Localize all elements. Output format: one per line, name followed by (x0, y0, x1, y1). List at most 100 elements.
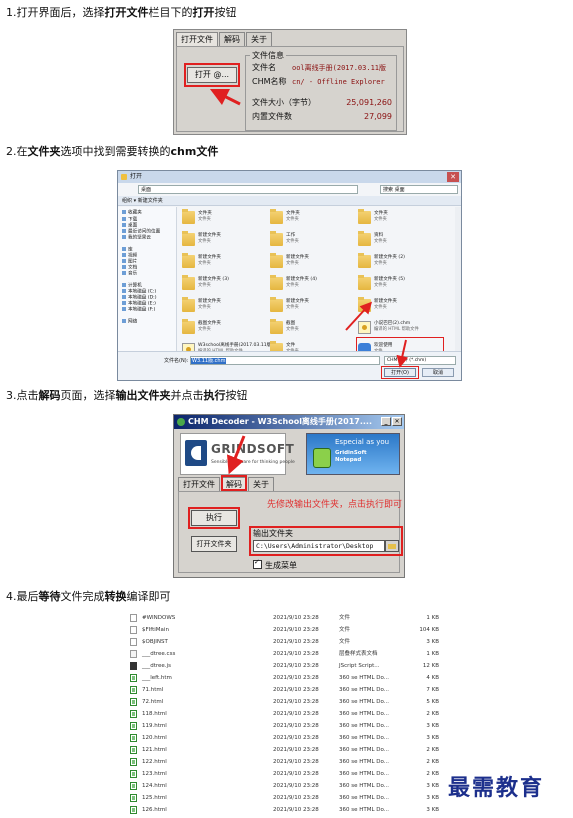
file-row[interactable]: 118.html 2021/9/10 23:28 360 se HTML Do...… (123, 708, 445, 720)
nav-item[interactable]: 本地磁盘 (F:) (122, 307, 155, 314)
notepad-promo-banner[interactable]: Especial as you GridinSoft Notepad (306, 433, 400, 475)
search-input[interactable]: 搜索 桌面 (380, 185, 458, 194)
html-file-icon (130, 770, 137, 778)
file-row[interactable]: 124.html 2021/9/10 23:28 360 se HTML Do...… (123, 780, 445, 792)
file-row[interactable]: ___dtree.js 2021/9/10 23:28 JScript Script… (123, 660, 445, 672)
step-3-heading: 3.点击解码页面，选择输出文件夹并点击执行按钮 (6, 389, 248, 403)
file-date: 2021/9/10 23:28 (273, 699, 319, 705)
html-file-icon (130, 722, 137, 730)
close-icon[interactable]: ✕ (392, 417, 402, 426)
step-text: 按钮 (225, 389, 248, 402)
file-date: 2021/9/10 23:28 (273, 675, 319, 681)
file-item[interactable]: 新建文件夹 文件夹 (182, 253, 268, 273)
file-item[interactable]: 新建文件夹 (5) 文件夹 (358, 275, 444, 295)
file-item[interactable]: 小说巴巴(2).chm 编译的 HTML 帮助文件 (358, 319, 444, 339)
scrollbar[interactable] (455, 207, 461, 352)
file-item[interactable]: 新建文件夹 文件夹 (182, 297, 268, 317)
dialog-footer: 文件名(N): W3.11版.chm CHM 文件 (*.chm) 打开(O) … (118, 351, 461, 380)
file-item[interactable]: 截图文件夹 文件夹 (182, 319, 268, 339)
file-item[interactable]: 文件夹 文件夹 (270, 209, 356, 229)
minimize-icon[interactable]: _ (381, 417, 391, 426)
folder-icon (358, 231, 371, 246)
file-row[interactable]: ___dtree.css 2021/9/10 23:28 层叠样式表文档 1 KB (123, 648, 445, 660)
file-item[interactable]: 新建文件夹 文件夹 (182, 231, 268, 251)
tab-open-file[interactable]: 打开文件 (178, 477, 220, 492)
close-icon[interactable]: ✕ (447, 172, 459, 182)
window-title-bar: CHM Decoder - W3School离线手册(2017.... _ ✕ (174, 415, 404, 429)
file-type: 文件夹 (374, 261, 387, 266)
window-title: CHM Decoder - W3School离线手册(2017.... (188, 417, 373, 426)
grindsoft-logo[interactable]: GRINDSOFT Sensible software for thinking… (180, 433, 295, 475)
file-row[interactable]: $OBJINST 2021/9/10 23:28 文件 3 KB (123, 636, 445, 648)
step-text: 4.最后 (6, 590, 39, 603)
filetype-select[interactable]: CHM 文件 (*.chm) (384, 356, 456, 365)
tab-decode[interactable]: 解码 (219, 32, 245, 47)
nav-item[interactable]: 收藏夹 (122, 210, 142, 217)
nav-icon (122, 259, 126, 263)
tab-open-file[interactable]: 打开文件 (176, 32, 218, 47)
cancel-button[interactable]: 取消 (422, 368, 454, 377)
file-item[interactable]: 工作 文件夹 (270, 231, 356, 251)
file-row[interactable]: 126.html 2021/9/10 23:28 360 se HTML Do...… (123, 804, 445, 816)
file-row[interactable]: #WINDOWS 2021/9/10 23:28 文件 1 KB (123, 612, 445, 624)
toolbar[interactable]: 组织 ▾ 新建文件夹 (118, 196, 461, 206)
open-folder-button[interactable]: 打开文件夹 (191, 536, 237, 552)
address-bar[interactable]: 桌面 (138, 185, 358, 194)
script-file-icon (130, 662, 137, 670)
html-file-icon (130, 758, 137, 766)
g-logo-icon (185, 440, 207, 466)
generate-menu-checkbox[interactable]: 生成菜单 (253, 558, 297, 571)
field-label: CHM名称 (252, 77, 287, 86)
step-bold-text: chm文件 (170, 145, 219, 158)
file-row[interactable]: 120.html 2021/9/10 23:28 360 se HTML Do...… (123, 732, 445, 744)
nav-item[interactable]: 我的坚果云 (122, 235, 151, 242)
nav-label: 网络 (128, 319, 138, 325)
file-date: 2021/9/10 23:28 (273, 807, 319, 813)
file-row[interactable]: 123.html 2021/9/10 23:28 360 se HTML Do...… (123, 768, 445, 780)
field-label: 文件大小（字节） (252, 98, 316, 107)
filename-input[interactable]: W3.11版.chm (190, 356, 380, 365)
file-row[interactable]: 71.html 2021/9/10 23:28 360 se HTML Do... 7… (123, 684, 445, 696)
nav-item[interactable]: 网络 (122, 319, 137, 326)
nav-icon (122, 210, 126, 214)
file-item[interactable]: 新建文件夹 文件夹 (270, 297, 356, 317)
file-item[interactable]: 新建文件夹 文件夹 (270, 253, 356, 273)
file-row[interactable]: 125.html 2021/9/10 23:28 360 se HTML Do...… (123, 792, 445, 804)
nav-item[interactable]: 音乐 (122, 271, 137, 278)
file-item[interactable]: 文件夹 文件夹 (182, 209, 268, 229)
file-item[interactable]: 资料 文件夹 (358, 231, 444, 251)
file-row[interactable]: ___left.htm 2021/9/10 23:28 360 se HTML Do… (123, 672, 445, 684)
promo-product-name: GridinSoft Notepad (335, 450, 367, 463)
file-item[interactable]: 文件夹 文件夹 (358, 209, 444, 229)
file-row[interactable]: $FIftiMain 2021/9/10 23:28 文件 104 KB (123, 624, 445, 636)
folder-icon (121, 174, 127, 180)
file-type: 文件 (339, 615, 351, 621)
file-item[interactable]: 新建文件夹 (3) 文件夹 (182, 275, 268, 295)
file-size: 104 KB (419, 627, 439, 633)
file-item[interactable]: 新建文件夹 文件夹 (358, 297, 444, 317)
nav-icon (122, 271, 126, 275)
file-row[interactable]: 72.html 2021/9/10 23:28 360 se HTML Do... 5… (123, 696, 445, 708)
step-bold-text: 执行 (203, 389, 226, 402)
file-item[interactable]: 截图 文件夹 (270, 319, 356, 339)
file-row[interactable]: 121.html 2021/9/10 23:28 360 se HTML Do...… (123, 744, 445, 756)
step-1-heading: 1.打开界面后，选择打开文件栏目下的打开按钮 (6, 6, 237, 20)
folder-icon (358, 253, 371, 268)
file-row[interactable]: 122.html 2021/9/10 23:28 360 se HTML Do...… (123, 756, 445, 768)
nav-label: 桌面 (128, 223, 138, 229)
chm-file-icon (358, 321, 371, 334)
nav-icon (122, 217, 126, 221)
file-date: 2021/9/10 23:28 (273, 747, 319, 753)
step-bold-text: 等待 (38, 590, 61, 603)
file-type: 文件夹 (374, 305, 387, 310)
file-row[interactable]: 119.html 2021/9/10 23:28 360 se HTML Do...… (123, 720, 445, 732)
file-date: 2021/9/10 23:28 (273, 663, 319, 669)
tab-about[interactable]: 关于 (248, 477, 274, 492)
file-item[interactable]: 新建文件夹 (4) 文件夹 (270, 275, 356, 295)
tab-about[interactable]: 关于 (246, 32, 272, 47)
file-item[interactable]: 新建文件夹 (2) 文件夹 (358, 253, 444, 273)
file-name: 121.html (142, 747, 167, 753)
html-file-icon (130, 674, 137, 682)
step-4-heading: 4.最后等待文件完成转换编译即可 (6, 590, 171, 604)
field-value: 25,091,260 (346, 98, 392, 107)
